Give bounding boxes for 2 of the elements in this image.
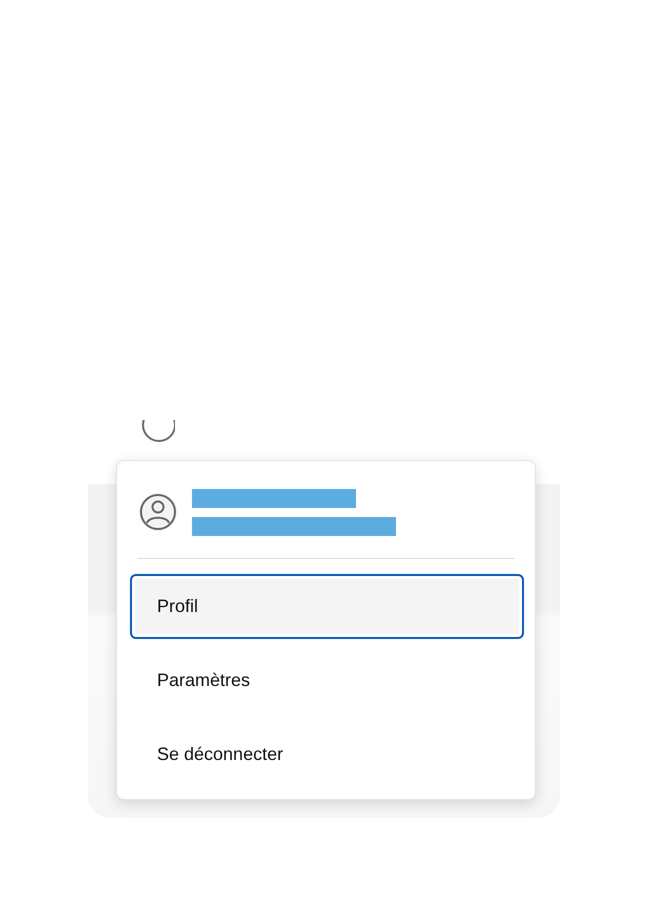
user-avatar-icon <box>138 492 178 532</box>
menu-item[interactable]: Profil <box>130 574 524 639</box>
